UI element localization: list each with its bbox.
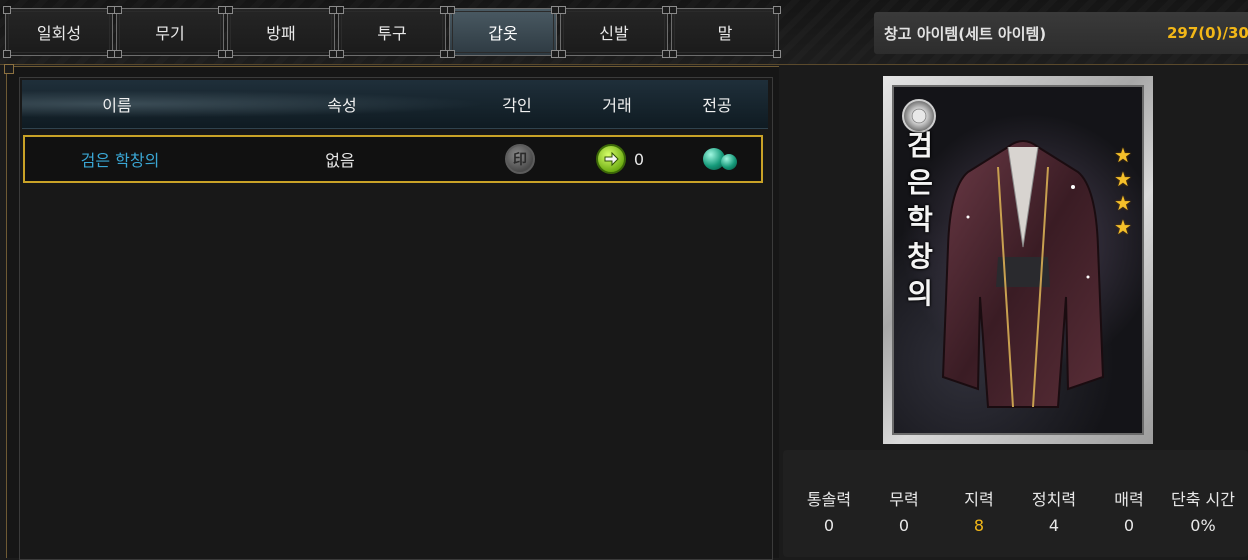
stat-label: 매력 <box>1114 490 1144 509</box>
stats-panel: 통솔력 0 무력 0 지력 8 정치력 4 매력 0 단축 시간 0% <box>783 450 1248 557</box>
item-attribute: 없음 <box>325 151 355 170</box>
stat-label: 단축 시간 <box>1171 490 1235 509</box>
tab-label: 일회성 <box>36 24 82 43</box>
stat-value: 0 <box>1123 516 1135 535</box>
tab-label: 투구 <box>377 24 407 43</box>
stat-leadership: 통솔력 0 <box>789 486 869 535</box>
tab-label: 무기 <box>155 24 185 43</box>
card-title-char: 창 <box>907 240 933 273</box>
tab-label: 신발 <box>599 24 629 43</box>
transfer-cell <box>685 137 755 181</box>
stat-value: 0% <box>1190 516 1216 535</box>
list-header: 이름 속성 각인 거래 전공 <box>22 80 768 129</box>
card-title: 검 은 학 창 의 <box>904 127 936 312</box>
stat-value: 4 <box>1048 516 1060 535</box>
stat-value: 0 <box>898 516 910 535</box>
table-row[interactable]: 검은 학창의 없음 印 0 <box>23 135 763 183</box>
star-icon: ★ <box>1114 167 1132 191</box>
stat-value: 8 <box>973 516 985 535</box>
header-engrave: 각인 <box>502 96 532 115</box>
item-list-panel: 이름 속성 각인 거래 전공 검은 학창의 없음 印 0 <box>4 64 779 560</box>
stat-charm: 매력 0 <box>1089 486 1169 535</box>
trade-cell: 0 <box>585 137 655 181</box>
stat-label: 지력 <box>964 490 994 509</box>
header-attribute: 속성 <box>327 96 357 115</box>
card-title-char: 검 <box>907 129 933 162</box>
storage-title: 창고 아이템(세트 아이템) <box>884 24 1047 43</box>
star-icon: ★ <box>1114 143 1132 167</box>
tab-armor[interactable]: 갑옷 <box>447 6 559 58</box>
header-trade: 거래 <box>602 96 632 115</box>
item-name: 검은 학창의 <box>80 151 160 170</box>
card-title-char: 은 <box>907 166 933 199</box>
engrave-cell: 印 <box>485 137 555 181</box>
corner-ornament <box>4 64 14 74</box>
tab-helmet[interactable]: 투구 <box>336 6 448 58</box>
card-title-char: 학 <box>907 203 933 236</box>
stat-label: 통솔력 <box>806 490 852 509</box>
storage-count: 297(0)/300 <box>1167 24 1248 42</box>
card-title-char: 의 <box>907 277 933 310</box>
header-name: 이름 <box>102 96 132 115</box>
tab-shoes[interactable]: 신발 <box>558 6 670 58</box>
top-bar: 일회성 무기 방패 투구 갑옷 신발 말 창고 아이템(세트 아이템) 297(… <box>0 0 1248 65</box>
tab-label: 갑옷 <box>488 24 518 43</box>
star-icon: ★ <box>1114 191 1132 215</box>
tab-horse[interactable]: 말 <box>669 6 781 58</box>
stat-intelligence: 지력 8 <box>939 486 1019 535</box>
stat-war: 무력 0 <box>864 486 944 535</box>
header-transfer: 전공 <box>702 96 732 115</box>
green-gems-icon <box>701 146 739 172</box>
trade-count: 0 <box>633 149 645 169</box>
item-card: 검 은 학 창 의 ★ ★ ★ ★ <box>883 76 1153 444</box>
stat-label: 정치력 <box>1031 490 1077 509</box>
category-tabs: 일회성 무기 방패 투구 갑옷 신발 말 <box>3 6 781 58</box>
tab-weapon[interactable]: 무기 <box>114 6 226 58</box>
storage-status: 창고 아이템(세트 아이템) 297(0)/300 <box>874 12 1248 54</box>
tab-disposable[interactable]: 일회성 <box>3 6 115 58</box>
tab-label: 방패 <box>266 24 296 43</box>
stat-politics: 정치력 4 <box>1014 486 1094 535</box>
tab-label: 말 <box>717 24 733 43</box>
stat-value: 0 <box>823 516 835 535</box>
stat-cooldown: 단축 시간 0% <box>1158 486 1248 535</box>
robe-icon <box>941 140 1105 408</box>
tab-shield[interactable]: 방패 <box>225 6 337 58</box>
stat-label: 무력 <box>889 490 919 509</box>
item-card-art: 검 은 학 창 의 ★ ★ ★ ★ <box>892 85 1144 435</box>
seal-stamp-icon[interactable]: 印 <box>505 144 535 174</box>
star-rating: ★ ★ ★ ★ <box>1112 145 1134 238</box>
item-list: 이름 속성 각인 거래 전공 검은 학창의 없음 印 0 <box>19 77 773 560</box>
arrow-right-icon[interactable] <box>595 144 626 174</box>
star-icon: ★ <box>1114 215 1132 239</box>
